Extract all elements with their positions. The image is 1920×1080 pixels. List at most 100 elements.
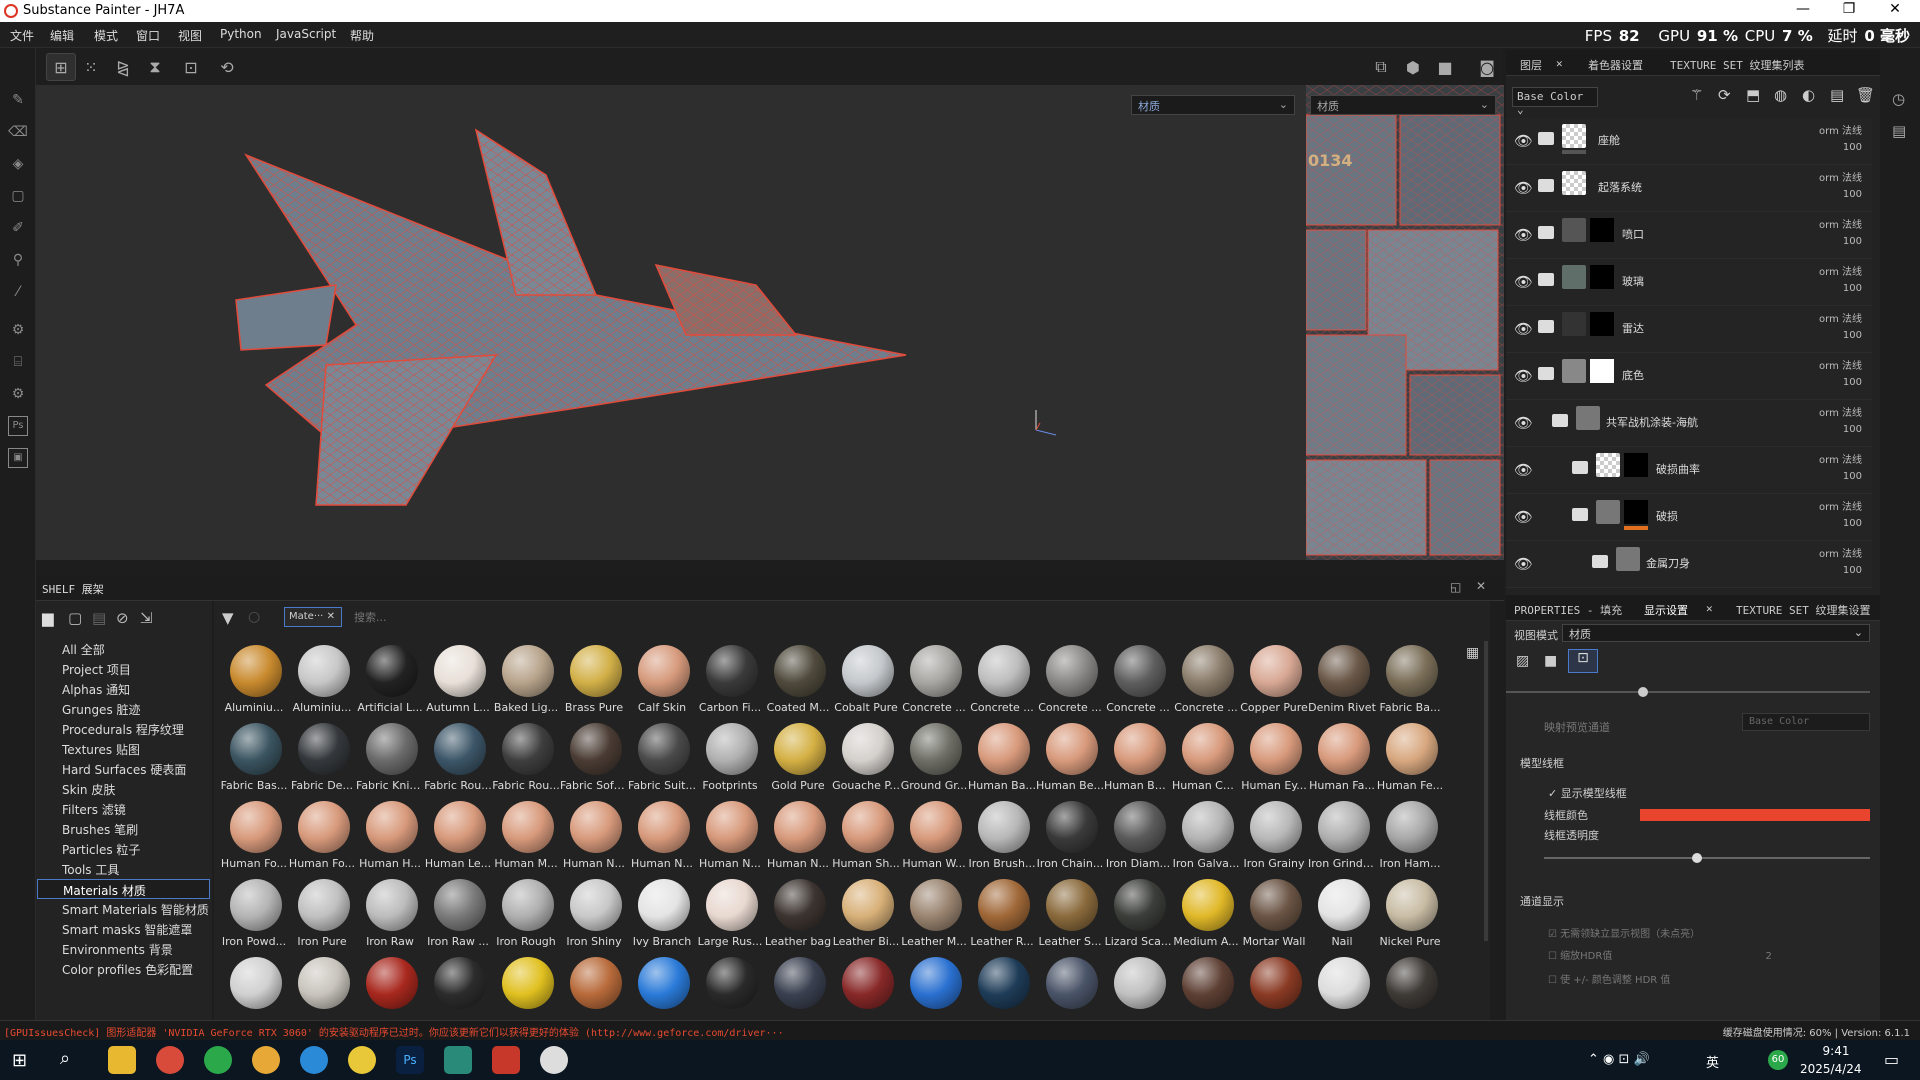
tray-icons[interactable]: ⌃ ◉ ⊡ 🔊 [1588,1052,1650,1067]
geometry-mask-icon[interactable]: ▢ [8,186,28,206]
image-icon[interactable]: ▨ [1516,653,1538,671]
ch3-checkbox[interactable]: ☐ 使 +/- 颜色调整 HDR 值 [1548,971,1670,986]
material-tile[interactable]: Human Be... [1036,723,1104,799]
ch2-checkbox[interactable]: ☐ 缩放HDR值 2 [1548,947,1772,962]
category-particles[interactable]: Particles 粒子 [62,841,140,858]
category-materials[interactable]: Materials 材质 [37,879,210,899]
layer-row[interactable]: 👁 底色 orm 法线 100 [1506,353,1872,400]
slider-handle[interactable] [1638,687,1648,697]
material-tile[interactable] [288,957,356,1017]
material-tile[interactable]: Human N... [628,801,696,877]
wire-opacity-handle[interactable] [1692,853,1702,863]
color-picker-icon[interactable]: ⁄ [8,282,28,302]
category-color-profiles[interactable]: Color profiles 色彩配置 [62,961,193,978]
eye-icon[interactable]: 👁 [1514,320,1533,338]
screenshot-camera-icon[interactable]: ◙ [1472,53,1502,81]
material-tile[interactable]: Iron Brush... [968,801,1036,877]
tray-badge[interactable]: 60 [1768,1050,1788,1070]
filter-chip[interactable]: Mate··· ✕ [284,607,342,627]
cube-view-icon[interactable]: ⬢ [1398,53,1428,81]
material-tile[interactable]: Leather S... [1036,879,1104,955]
paint-brush-icon[interactable]: ✎ [8,90,28,110]
category-textures[interactable]: Textures 贴图 [62,741,140,758]
slider-track[interactable] [1506,691,1870,693]
settings-icon[interactable]: ⚙ [8,384,28,404]
filter-icon[interactable]: ▼ [222,609,234,627]
eye-icon[interactable]: 👁 [1514,414,1533,432]
material-tile[interactable]: Nail [1308,879,1376,955]
add-fill-icon[interactable]: ◍ [1774,86,1787,104]
category-alphas[interactable]: Alphas 通知 [62,681,130,698]
material-tile[interactable]: Copper Pure [1240,645,1308,721]
eye-icon[interactable]: 👁 [1514,226,1533,244]
maximize-button[interactable]: ❐ [1826,1,1872,21]
layer-blend-mode[interactable]: orm 法线 [1819,357,1862,372]
material-tile[interactable] [696,957,764,1017]
material-tile[interactable]: Carbon Fi... [696,645,764,721]
channel-select[interactable]: Base Color ⌄ [1512,87,1598,116]
category-grunges[interactable]: Grunges 脏迹 [62,701,141,718]
folder-icon[interactable]: ▆ [42,609,54,627]
file-explorer-icon[interactable] [108,1046,136,1074]
magic-wand-icon[interactable]: ⚚ [1690,86,1703,104]
layer-blend-mode[interactable]: orm 法线 [1819,169,1862,184]
designer-icon[interactable] [444,1046,472,1074]
tab-texture-set-settings[interactable]: TEXTURE SET 纹理集设置 [1736,602,1870,618]
clock-time[interactable]: 9:41 [1806,1044,1866,1058]
material-tile[interactable]: Fabric Bas... [220,723,288,799]
material-tile[interactable] [900,957,968,1017]
edge-icon[interactable] [300,1046,328,1074]
save-icon[interactable]: ▤ [92,609,106,627]
bake-icon[interactable]: ⚙ [8,320,28,340]
close-icon[interactable]: ✕ [1476,579,1486,593]
menu-mode[interactable]: 模式 [94,27,118,44]
grid-view-icon[interactable]: ▦ [1466,645,1479,661]
menu-javascript[interactable]: JavaScript [276,27,336,41]
layer-row[interactable]: 👁 雷达 orm 法线 100 [1506,306,1872,353]
material-tile[interactable]: Gouache P... [832,723,900,799]
material-tile[interactable]: Calf Skin [628,645,696,721]
history-icon[interactable]: ◷ [1892,90,1905,108]
colorful-app-icon[interactable] [252,1046,280,1074]
refresh-icon[interactable]: ○ [248,609,260,625]
category-smart-masks[interactable]: Smart masks 智能遮罩 [62,921,192,938]
material-tile[interactable] [560,957,628,1017]
wire-color-swatch[interactable] [1640,809,1870,821]
material-tile[interactable]: Brass Pure [560,645,628,721]
material-tile[interactable]: Iron Raw [356,879,424,955]
split-view-icon[interactable]: ⧉ [1366,53,1396,81]
menu-window[interactable]: 窗口 [136,27,160,44]
material-tile[interactable]: Iron Pure [288,879,356,955]
screenshot-icon[interactable]: ▣ [8,448,28,468]
material-tile[interactable] [1240,957,1308,1017]
close-icon[interactable]: ✕ [1706,602,1713,615]
photoshop-icon[interactable]: Ps [396,1046,424,1074]
eye-icon[interactable]: 👁 [1514,367,1533,385]
material-tile[interactable]: Lizard Sca... [1104,879,1172,955]
material-tile[interactable]: Human Fa... [1308,723,1376,799]
tab-shader-settings[interactable]: 着色器设置 [1588,57,1643,73]
add-folder-icon[interactable]: ▤ [1830,86,1844,104]
material-tile[interactable]: Iron Powd... [220,879,288,955]
layer-blend-mode[interactable]: orm 法线 [1819,263,1862,278]
material-tile[interactable]: Fabric Rou... [424,723,492,799]
material-tile[interactable]: Fabric De... [288,723,356,799]
layer-opacity[interactable]: 100 [1843,189,1862,200]
uv-material-select[interactable]: 材质 ⌄ [1310,95,1496,115]
category-filters[interactable]: Filters 滤镜 [62,801,126,818]
material-tile[interactable]: Cobalt Pure [832,645,900,721]
eye-icon[interactable]: 👁 [1514,461,1533,479]
layer-opacity[interactable]: 100 [1843,377,1862,388]
material-tile[interactable]: Aluminiu... [288,645,356,721]
category-procedurals[interactable]: Procedurals 程序纹理 [62,721,184,738]
material-tile[interactable]: Concrete ... [1172,645,1240,721]
material-tile[interactable]: Human N... [560,801,628,877]
layer-row[interactable]: 👁 破损 orm 法线 100 [1506,494,1872,541]
material-tile[interactable]: Human Fe... [1376,723,1444,799]
material-tile[interactable]: Leather R... [968,879,1036,955]
menu-edit[interactable]: 编辑 [50,27,74,44]
material-tile[interactable]: Human M... [492,801,560,877]
material-tile[interactable]: Iron Ham... [1376,801,1444,877]
material-tile[interactable] [356,957,424,1017]
tab-display-settings[interactable]: 显示设置 [1644,602,1688,618]
